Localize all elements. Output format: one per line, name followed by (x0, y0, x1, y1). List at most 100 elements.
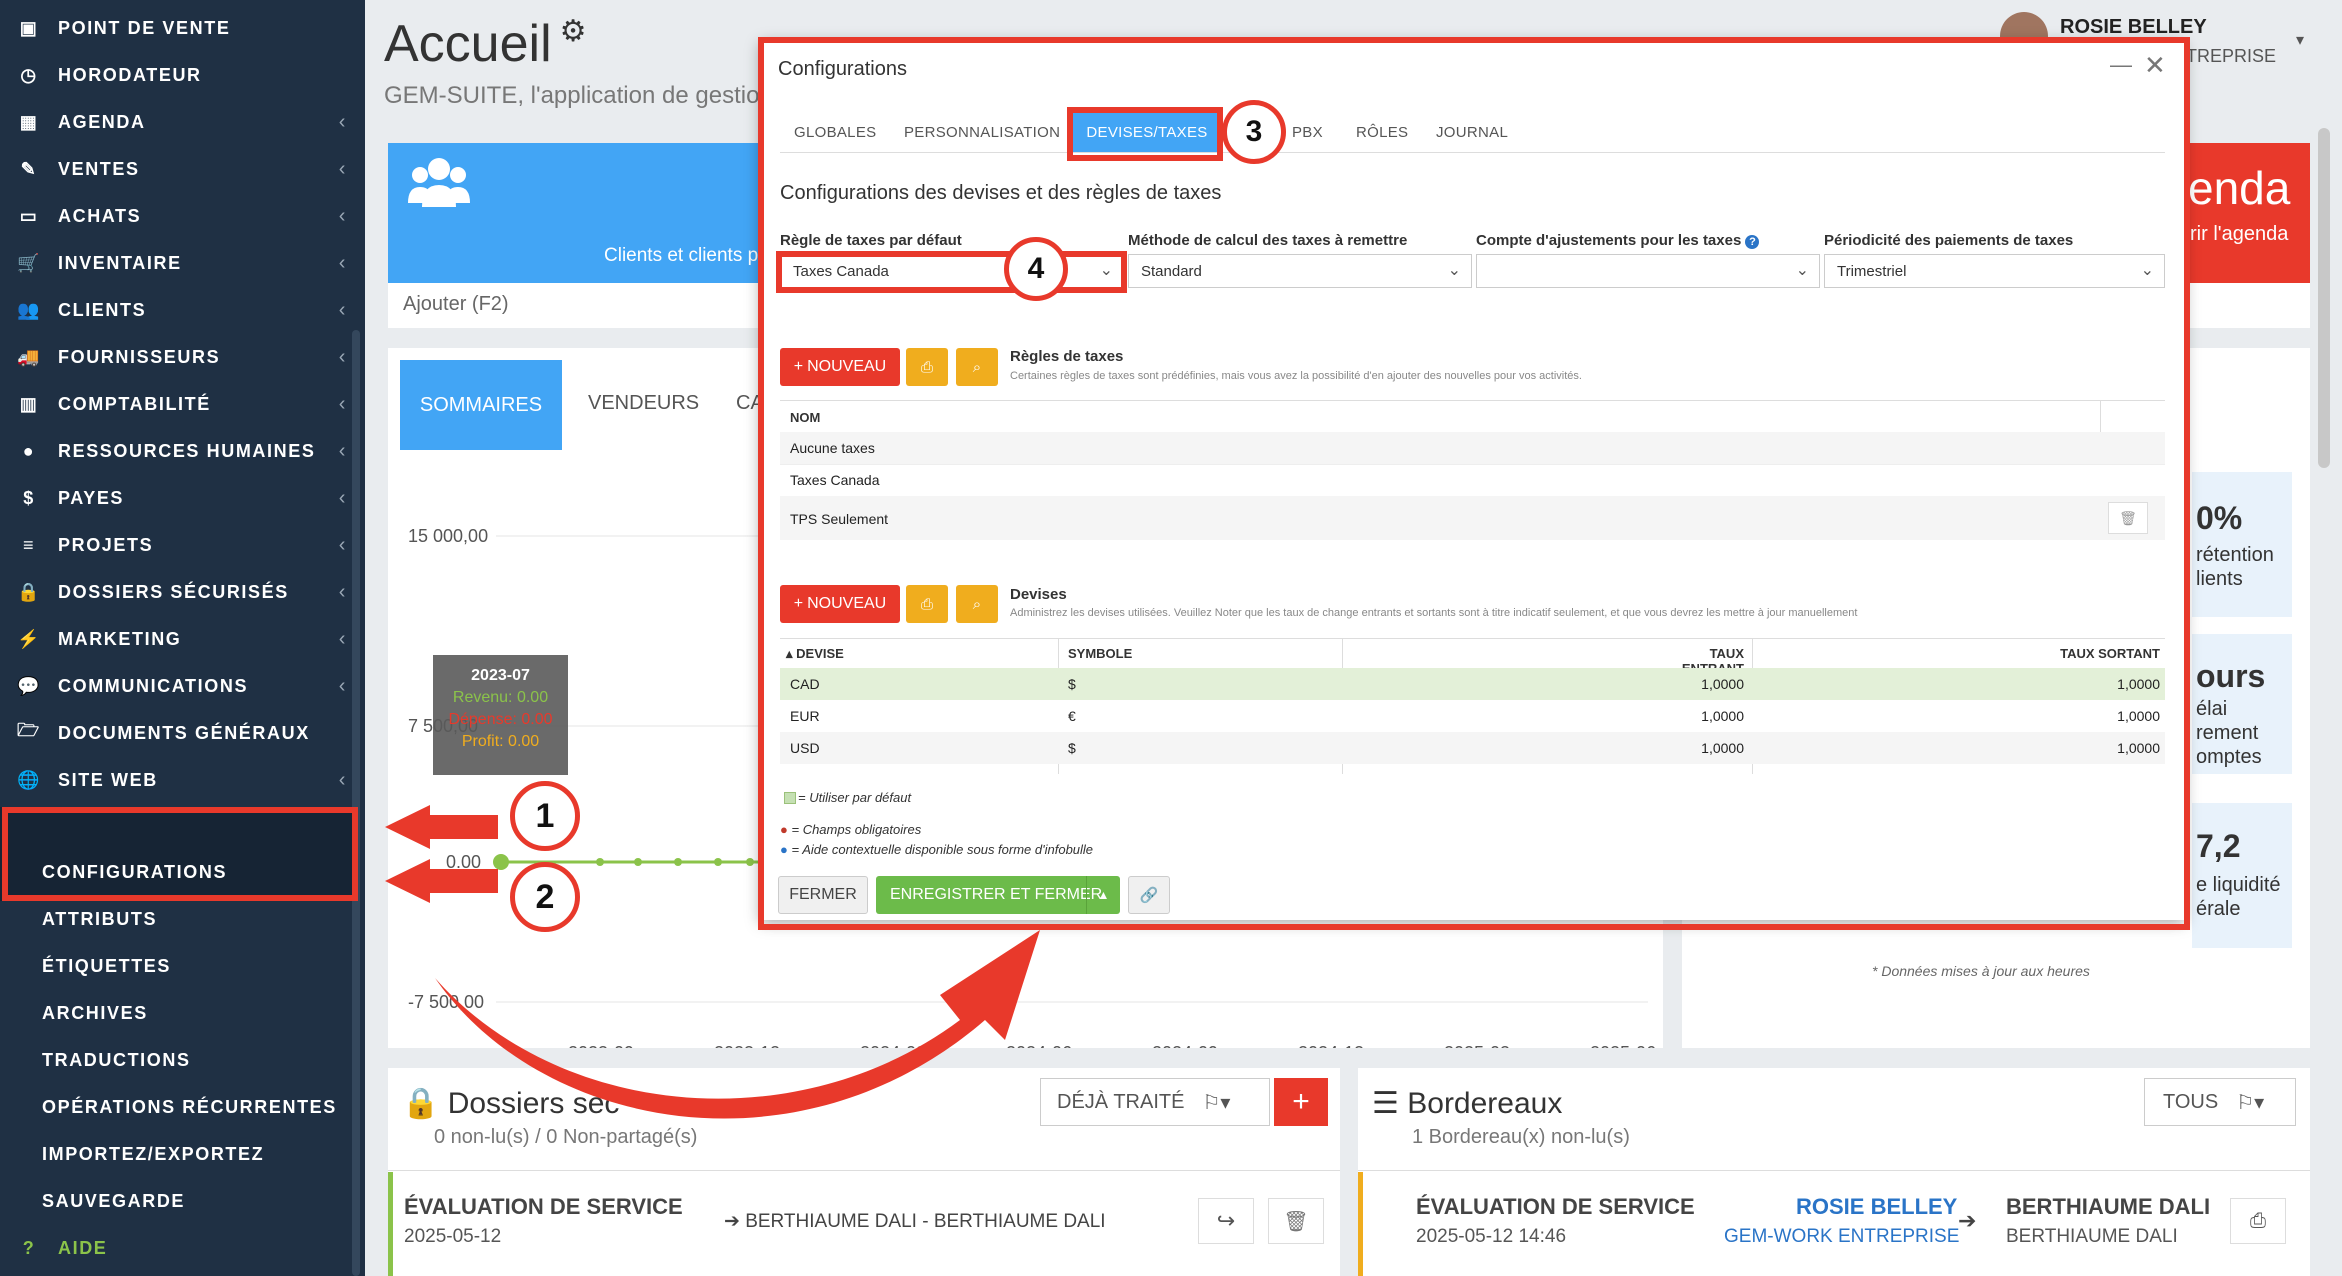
sidebar-item-ressources-humaines[interactable]: ● RESSOURCES HUMAINES ‹ (0, 428, 365, 474)
add-dossier-button[interactable]: + (1274, 1078, 1328, 1126)
sidebar: ▣ POINT DE VENTE ◷ HORODATEUR ▦ AGENDA ‹ ✎ VENTE… (0, 0, 365, 1276)
kpi-label: rement (2196, 722, 2259, 744)
agenda-card[interactable]: enda rir l'agenda (2170, 143, 2310, 328)
sidebar-subitem-traductions[interactable]: TRADUCTIONS (42, 1037, 191, 1083)
flag-icon: ⚐▾ (1202, 1091, 1231, 1114)
data-point[interactable] (714, 858, 722, 866)
list-icon: ☰ (1372, 1087, 1399, 1120)
sidebar-item-marketing[interactable]: ⚡ MARKETING ‹ (0, 616, 365, 662)
sidebar-item-projets[interactable]: ≡ PROJETS ‹ (0, 522, 365, 568)
chevron-left-icon: ‹ (338, 110, 347, 133)
kpi-value: 0% (2196, 500, 2243, 536)
sidebar-item-label: MARKETING (58, 628, 182, 649)
x-tick-label: 2023-12 (714, 1043, 780, 1048)
dossiers-filter[interactable]: DÉJÀ TRAITÉ ⚐▾ (1040, 1078, 1270, 1126)
sidebar-item-documents-g-n-raux[interactable]: 🗁 DOCUMENTS GÉNÉRAUX (0, 710, 365, 756)
y-tick-label: 0.00 (446, 852, 481, 872)
sidebar-subitem-op-rations-r-currentes[interactable]: OPÉRATIONS RÉCURRENTES (42, 1084, 337, 1130)
sidebar-scrollbar[interactable] (352, 330, 360, 1276)
sidebar-item-label: COMPTABILITÉ (58, 393, 211, 414)
sidebar-item-label: VENTES (58, 158, 140, 179)
bordereaux-title: Bordereaux (1407, 1087, 1563, 1120)
share-icon[interactable]: ↪ (1198, 1198, 1254, 1244)
sidebar-item-site-web[interactable]: 🌐 SITE WEB ‹ (0, 757, 365, 803)
cart-icon: 🛒 (16, 252, 41, 273)
sidebar-item-fournisseurs[interactable]: 🚚 FOURNISSEURS ‹ (0, 334, 365, 380)
sidebar-item-label: CLIENTS (58, 299, 147, 320)
print-icon[interactable]: ⎙ (2230, 1198, 2286, 1244)
sidebar-item-clients[interactable]: 👥 CLIENTS ‹ (0, 287, 365, 333)
dossiers-title: Dossiers séc (447, 1087, 620, 1120)
users-icon (408, 158, 470, 207)
sidebar-subitem-importez-exportez[interactable]: IMPORTEZ/EXPORTEZ (42, 1131, 264, 1177)
clients-label: Clients et clients p (604, 245, 759, 266)
bordereau-to-name: BERTHIAUME DALI (2006, 1194, 2211, 1219)
dossier-item-date: 2025-05-12 (404, 1226, 502, 1247)
kpi-label: lients (2196, 568, 2243, 590)
user-name[interactable]: ROSIE BELLEY (2060, 16, 2207, 39)
bordereaux-card: ☰ Bordereaux 1 Bordereau(x) non-lu(s) TO… (1358, 1068, 2310, 1276)
kpi-label: élai (2196, 698, 2228, 720)
sidebar-item-achats[interactable]: ▭ ACHATS ‹ (0, 193, 365, 239)
data-point[interactable] (596, 858, 604, 866)
dossier-item-title[interactable]: ÉVALUATION DE SERVICE (404, 1194, 683, 1220)
bolt-icon: ⚡ (16, 628, 41, 649)
sidebar-subitem--tiquettes[interactable]: ÉTIQUETTES (42, 943, 171, 989)
bordereaux-filter[interactable]: TOUS ⚐▾ (2144, 1078, 2296, 1126)
bordereau-item-title[interactable]: ÉVALUATION DE SERVICE (1416, 1194, 1695, 1220)
clients-card[interactable]: Clients et clients p Ajouter (F2) (388, 143, 768, 328)
kpi-value: 7,2 (2196, 828, 2241, 864)
sidebar-item-inventaire[interactable]: 🛒 INVENTAIRE ‹ (0, 240, 365, 286)
chevron-left-icon: ‹ (338, 627, 347, 650)
x-tick-label: 2024-09 (1152, 1043, 1218, 1048)
trash-icon[interactable]: 🗑 (1268, 1198, 1324, 1244)
agenda-title: enda (2188, 162, 2291, 214)
sidebar-subitem-archives[interactable]: ARCHIVES (42, 990, 148, 1036)
chevron-down-icon[interactable]: ▾ (2296, 30, 2304, 50)
sidebar-item-label: AGENDA (58, 111, 146, 132)
sidebar-item-label: FOURNISSEURS (58, 346, 221, 367)
sidebar-subitem-attributs[interactable]: ATTRIBUTS (42, 896, 157, 942)
kpi-label: rétention (2196, 544, 2274, 566)
users-icon: 👥 (16, 299, 41, 320)
sidebar-item-label: AIDE (58, 1237, 108, 1258)
dollar-icon: $ (23, 487, 35, 508)
add-client-link[interactable]: Ajouter (F2) (403, 293, 509, 316)
sidebar-item-label: ACHATS (58, 205, 142, 226)
page-scrollbar[interactable] (2318, 128, 2330, 468)
page-title: Accueil ⚙ (384, 15, 587, 73)
sidebar-item-help[interactable]: ? AIDE (0, 1225, 365, 1271)
sidebar-item-payes[interactable]: $ PAYES ‹ (0, 475, 365, 521)
sidebar-item-label: DOCUMENTS GÉNÉRAUX (58, 722, 310, 743)
sidebar-item-label: INVENTAIRE (58, 252, 182, 273)
gear-icon[interactable]: ⚙ (560, 15, 587, 48)
tab-sommaires[interactable]: SOMMAIRES (400, 360, 562, 450)
bordereau-from-name[interactable]: ROSIE BELLEY (1796, 1194, 1957, 1220)
sidebar-item-dossiers-s-curis-s[interactable]: 🔒 DOSSIERS SÉCURISÉS ‹ (0, 569, 365, 615)
sidebar-item-comptabilit-[interactable]: ▥ COMPTABILITÉ ‹ (0, 381, 365, 427)
sidebar-item-label: RESSOURCES HUMAINES (58, 440, 316, 461)
sidebar-item-point-de-vente[interactable]: ▣ POINT DE VENTE (0, 5, 365, 51)
bordereau-to-company: BERTHIAUME DALI (2006, 1226, 2178, 1247)
kpi-value: ours (2196, 658, 2266, 694)
data-point[interactable] (493, 854, 509, 870)
sidebar-item-label: SITE WEB (58, 769, 158, 790)
sidebar-item-label: PROJETS (58, 534, 154, 555)
sidebar-item-agenda[interactable]: ▦ AGENDA ‹ (0, 99, 365, 145)
page-subtitle: GEM-SUITE, l'application de gestion (384, 82, 773, 109)
bordereau-from-company[interactable]: GEM-WORK ENTREPRISE (1724, 1226, 1959, 1248)
sidebar-item-ventes[interactable]: ✎ VENTES ‹ (0, 146, 365, 192)
sidebar-item-horodateur[interactable]: ◷ HORODATEUR (0, 52, 365, 98)
tab-vendeurs[interactable]: VENDEURS (588, 392, 699, 415)
kpi-label: érale (2196, 898, 2241, 920)
x-tick-label: 2025-03 (1444, 1043, 1510, 1048)
chevron-left-icon: ‹ (338, 298, 347, 321)
sidebar-item-communications[interactable]: 💬 COMMUNICATIONS ‹ (0, 663, 365, 709)
edit-icon: ✎ (20, 158, 38, 179)
lock-icon: 🔒 (16, 581, 41, 602)
data-point[interactable] (674, 858, 682, 866)
dossier-item-dest: BERTHIAUME DALI - BERTHIAUME DALI (745, 1211, 1106, 1232)
sidebar-subitem-sauvegarde[interactable]: SAUVEGARDE (42, 1178, 185, 1224)
data-point[interactable] (746, 858, 754, 866)
data-point[interactable] (634, 858, 642, 866)
